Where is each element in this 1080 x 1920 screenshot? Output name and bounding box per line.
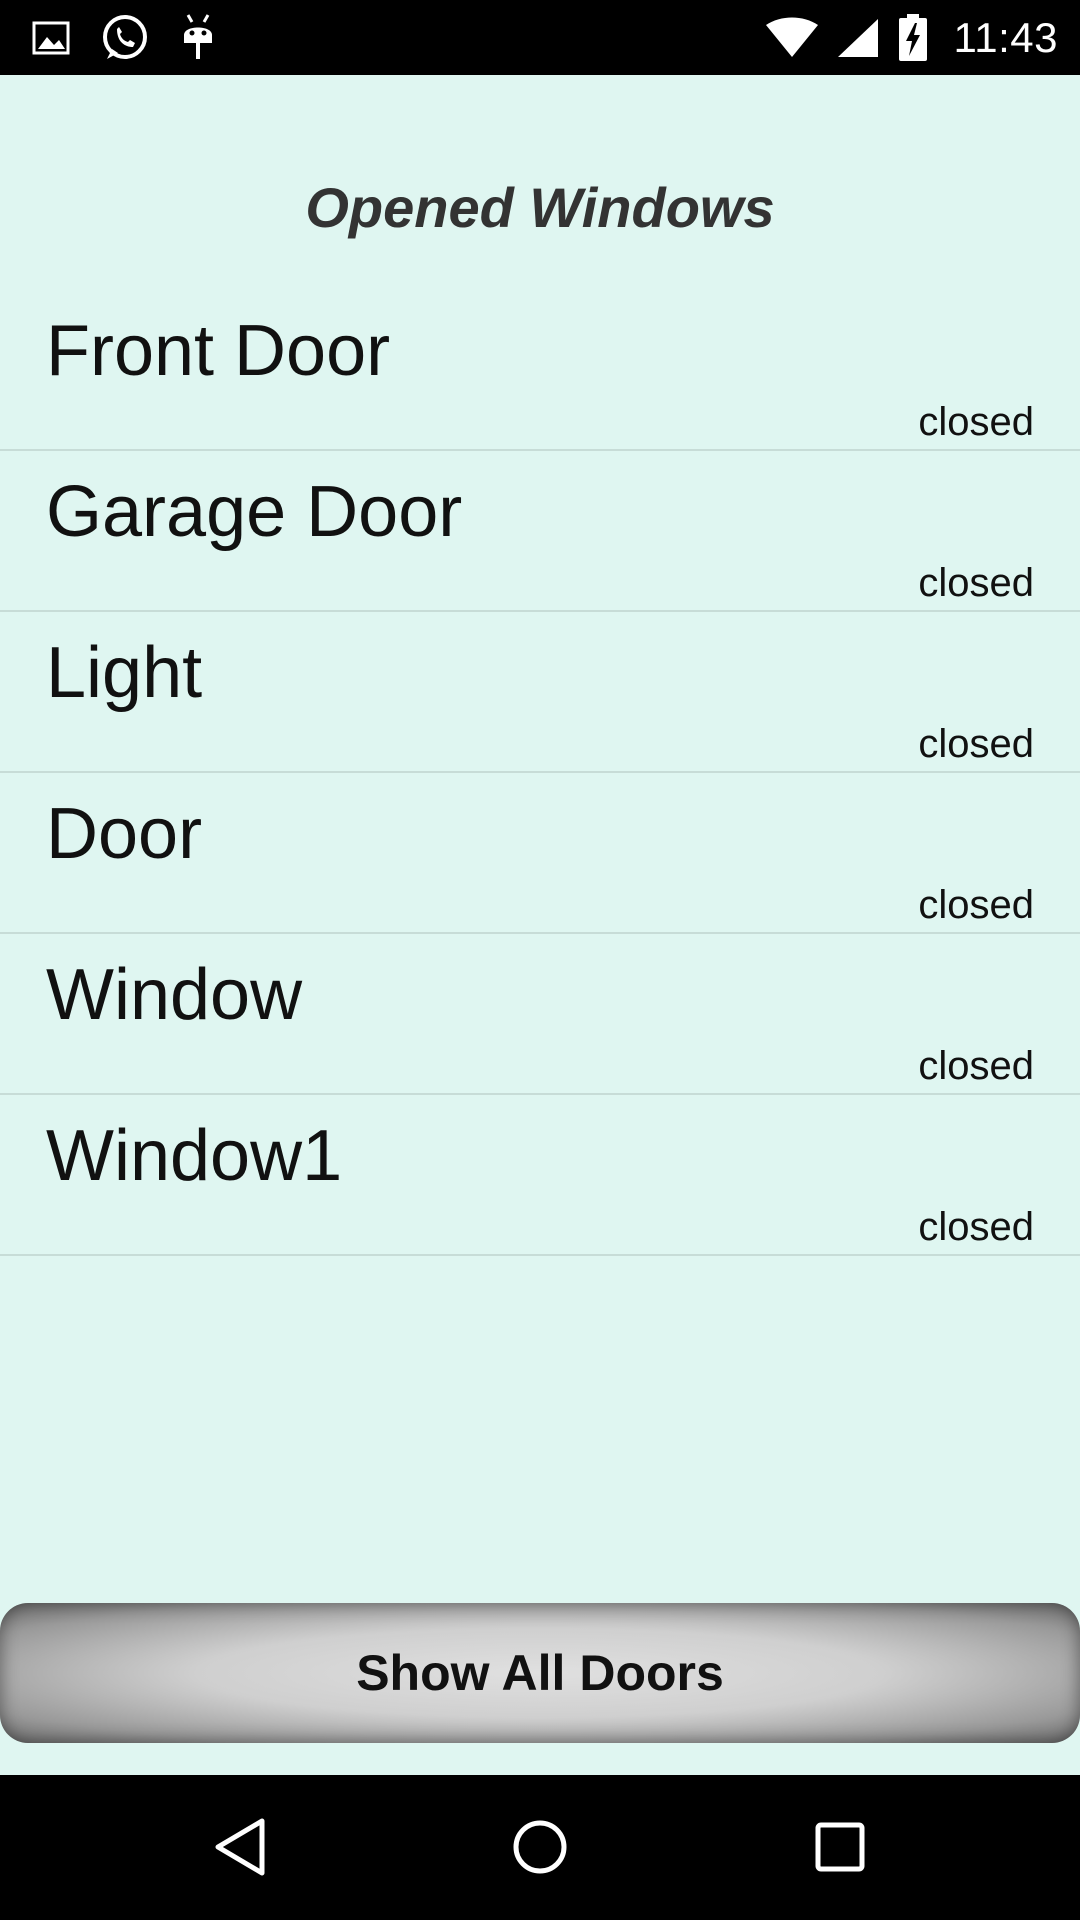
- home-icon: [513, 1820, 567, 1874]
- show-all-doors-button[interactable]: Show All Doors: [0, 1603, 1080, 1743]
- list-item[interactable]: Light closed: [0, 612, 1080, 773]
- recents-button[interactable]: [808, 1815, 872, 1879]
- item-name: Window1: [46, 1116, 343, 1196]
- battery-charging-icon: [898, 13, 927, 61]
- wifi-icon: [765, 17, 818, 57]
- page-title: Opened Windows: [305, 176, 775, 239]
- status-time: 11:43: [953, 13, 1058, 61]
- home-button[interactable]: [508, 1815, 572, 1879]
- item-name: Door: [46, 794, 203, 874]
- back-icon: [215, 1818, 265, 1876]
- item-list: Front Door closed Garage Door closed Lig…: [0, 290, 1080, 1256]
- cell-signal-icon: [837, 18, 878, 57]
- main-content: Opened Windows Front Door closed Garage …: [0, 75, 1080, 1775]
- item-status: closed: [918, 561, 1034, 605]
- item-name: Window: [46, 955, 303, 1035]
- android-debug-icon: [184, 13, 212, 59]
- status-bar: 11:43: [0, 0, 1080, 75]
- item-status: closed: [918, 722, 1034, 766]
- navigation-bar: [0, 1775, 1080, 1920]
- item-name: Front Door: [46, 311, 391, 391]
- item-status: closed: [918, 1205, 1034, 1249]
- back-button[interactable]: [208, 1815, 272, 1879]
- list-item[interactable]: Window1 closed: [0, 1095, 1080, 1256]
- list-item[interactable]: Door closed: [0, 773, 1080, 934]
- whatsapp-icon: [103, 14, 147, 59]
- item-status: closed: [918, 1044, 1034, 1088]
- show-all-doors-label: Show All Doors: [356, 1645, 724, 1701]
- gallery-icon: [32, 21, 70, 54]
- list-item[interactable]: Garage Door closed: [0, 451, 1080, 612]
- item-status: closed: [918, 400, 1034, 444]
- recents-icon: [815, 1822, 865, 1872]
- list-item[interactable]: Window closed: [0, 934, 1080, 1095]
- item-name: Garage Door: [46, 472, 463, 552]
- item-status: closed: [918, 883, 1034, 927]
- list-item[interactable]: Front Door closed: [0, 290, 1080, 451]
- item-name: Light: [46, 633, 203, 713]
